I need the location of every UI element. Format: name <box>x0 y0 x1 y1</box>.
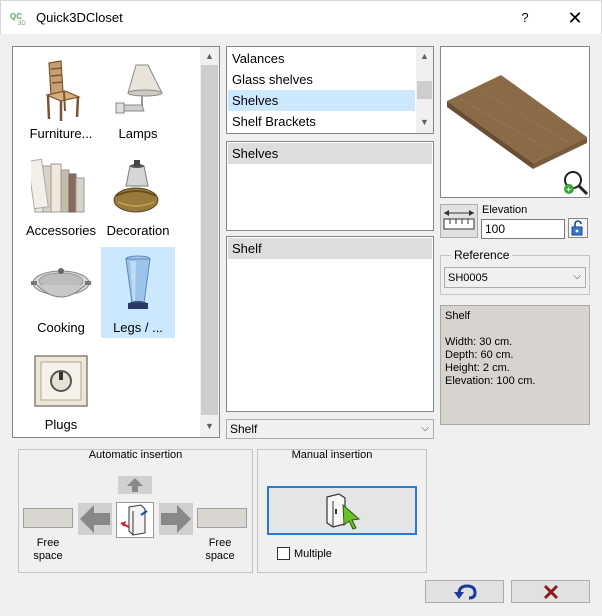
info-width: Width: 30 cm. <box>445 336 513 348</box>
free-space-right-label: Free space <box>205 537 235 562</box>
svg-text:3D: 3D <box>18 21 26 26</box>
group-list: Shelves <box>226 141 434 231</box>
cancel-x-icon <box>543 584 559 600</box>
zoom-icon[interactable]: + <box>561 169 589 197</box>
model-list-header[interactable]: Shelf <box>228 238 432 259</box>
basket-icon <box>113 160 159 213</box>
catalog-item-decoration[interactable]: Decoration <box>101 150 175 241</box>
reference-select-value: SH0005 <box>448 272 488 284</box>
plug-icon <box>34 355 88 407</box>
automatic-insertion-title: Automatic insertion <box>88 449 183 461</box>
lock-icon <box>571 220 583 236</box>
list-item[interactable]: Shelves <box>228 90 415 111</box>
catalog-item-label: Furniture... <box>29 126 93 141</box>
group-list-header[interactable]: Shelves <box>228 143 432 164</box>
ruler-icon <box>443 210 475 230</box>
elevation-label: Elevation <box>482 204 528 216</box>
catalog-item-label: Legs / ... <box>113 320 163 335</box>
close-button[interactable]: ✕ <box>557 5 593 31</box>
manual-insert-button[interactable] <box>267 486 417 535</box>
chair-icon <box>45 60 81 121</box>
arrow-left-icon <box>80 505 110 533</box>
catalog-item-legs[interactable]: Legs / ... <box>101 247 175 338</box>
arrow-right-icon <box>161 505 191 533</box>
free-space-right-button[interactable] <box>197 508 247 528</box>
info-height: Height: 2 cm. <box>445 362 510 374</box>
measure-button[interactable] <box>440 204 478 238</box>
wok-icon <box>31 268 91 298</box>
cancel-button[interactable] <box>511 580 590 603</box>
manual-insertion-title: Manual insertion <box>291 449 373 461</box>
undo-button[interactable] <box>425 580 504 603</box>
catalog-item-label: Accessories <box>25 223 97 238</box>
multiple-checkbox[interactable] <box>277 547 290 560</box>
catalog-item-label: Lamps <box>118 126 158 141</box>
move-left-button[interactable] <box>78 503 112 535</box>
cabinet-cursor-icon <box>326 493 361 530</box>
scroll-down-icon[interactable]: ▼ <box>201 421 218 431</box>
catalog-scrollbar[interactable]: ▲ ▼ <box>200 47 219 437</box>
catalog-item-label: Plugs <box>44 417 78 432</box>
lamp-icon <box>115 64 163 114</box>
arrow-up-icon <box>127 478 143 492</box>
info-depth: Depth: 60 cm. <box>445 349 514 361</box>
svg-text:+: + <box>566 185 571 194</box>
list-item[interactable]: Glass shelves <box>228 69 415 90</box>
chevron-down-icon: ⌵ <box>573 271 581 282</box>
model-list: Shelf <box>226 236 434 412</box>
free-space-left-label: Free space <box>33 537 63 562</box>
leg-icon <box>125 255 151 309</box>
catalog-item-label: Decoration <box>106 223 170 238</box>
list-item[interactable]: Shelf Brackets <box>228 111 415 132</box>
free-space-left-button[interactable] <box>23 508 73 528</box>
catalog-item-furniture[interactable]: Furniture... <box>24 53 98 144</box>
scroll-thumb[interactable] <box>201 65 218 415</box>
catalog-item-plugs[interactable]: Plugs <box>24 344 98 435</box>
scroll-up-icon[interactable]: ▲ <box>201 51 218 61</box>
list-item[interactable]: Valances <box>228 48 415 69</box>
move-up-button[interactable] <box>118 476 152 494</box>
catalog-item-label: Cooking <box>37 320 85 335</box>
reference-legend: Reference <box>451 248 513 262</box>
scroll-thumb[interactable] <box>417 81 432 99</box>
preview-panel: + <box>440 46 590 198</box>
scroll-down-icon[interactable]: ▼ <box>416 117 433 127</box>
chevron-down-icon: ⌵ <box>421 423 429 434</box>
lock-button[interactable] <box>568 218 588 238</box>
info-panel: Shelf Width: 30 cm. Depth: 60 cm. Height… <box>440 305 590 425</box>
subcategory-list: Valances Glass shelves Shelves Shelf Bra… <box>226 46 434 134</box>
info-name: Shelf <box>445 310 471 322</box>
catalog-item-cooking[interactable]: Cooking <box>24 247 98 338</box>
catalog-item-lamps[interactable]: Lamps <box>101 53 175 144</box>
window-title: Quick3DCloset <box>36 10 123 25</box>
svg-text:QC: QC <box>10 12 22 21</box>
move-right-button[interactable] <box>159 503 193 535</box>
catalog-panel: Furniture... Lamps Accessories Decoratio… <box>12 46 220 438</box>
catalog-item-accessories[interactable]: Accessories <box>24 150 98 241</box>
info-elevation: Elevation: 100 cm. <box>445 375 536 387</box>
cabinet-preview <box>116 502 154 538</box>
help-button[interactable]: ? <box>511 7 539 29</box>
list-scrollbar[interactable]: ▲ ▼ <box>416 47 433 133</box>
elevation-input[interactable]: 100 <box>481 219 565 239</box>
model-select[interactable]: Shelf ⌵ <box>226 419 434 439</box>
model-select-value: Shelf <box>230 422 258 436</box>
app-logo-icon: QC 3D <box>10 12 26 26</box>
reference-select[interactable]: SH0005 ⌵ <box>444 267 586 288</box>
cabinet-insert-icon <box>120 504 148 536</box>
books-icon <box>31 158 85 213</box>
scroll-up-icon[interactable]: ▲ <box>416 51 433 61</box>
multiple-label: Multiple <box>294 548 332 560</box>
title-bar: QC 3D Quick3DCloset ? ✕ <box>0 0 602 34</box>
undo-icon <box>454 584 477 600</box>
